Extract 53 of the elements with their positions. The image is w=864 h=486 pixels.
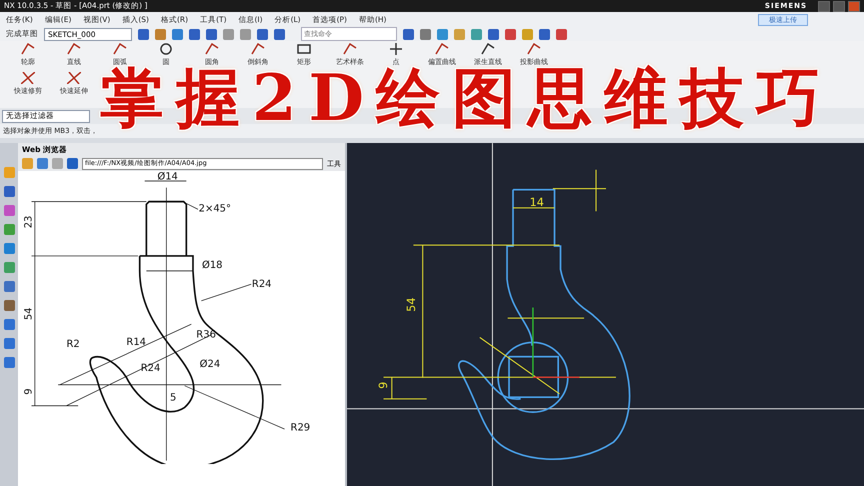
- resource-icon[interactable]: [4, 262, 14, 273]
- toolbar-icon[interactable]: [206, 28, 217, 40]
- dimension-label: Ø18: [202, 260, 223, 272]
- toolbar-icon[interactable]: [437, 28, 448, 40]
- toolbar-icon[interactable]: [257, 28, 268, 40]
- dimension-label: 9: [24, 388, 34, 395]
- dimension-label: 54: [24, 307, 34, 320]
- resource-icon[interactable]: [4, 281, 14, 292]
- dimension-label: 54: [405, 298, 418, 312]
- toolbar-icon[interactable]: [240, 28, 251, 40]
- resource-icon[interactable]: [4, 338, 14, 349]
- x-axis-line: [532, 376, 580, 378]
- close-button[interactable]: [848, 0, 860, 12]
- maximize-button[interactable]: [833, 0, 845, 12]
- toolbar-icon[interactable]: [505, 28, 516, 40]
- toolbar-icon[interactable]: [189, 28, 200, 40]
- toolbar-icon[interactable]: [223, 28, 234, 40]
- toolbar-icon[interactable]: [138, 28, 149, 40]
- trim-icon: [67, 72, 81, 84]
- dimension-label: R29: [290, 422, 310, 434]
- resource-icon[interactable]: [4, 186, 14, 197]
- overlay-title: 掌握2D绘图思维技巧: [100, 67, 832, 131]
- dimension-label: R24: [140, 362, 160, 374]
- toolbar-icon[interactable]: [488, 28, 499, 40]
- toolbar-icon[interactable]: [403, 28, 414, 40]
- minimize-button[interactable]: [818, 0, 830, 12]
- toolbar-icon[interactable]: [155, 28, 166, 40]
- dimension-label: Ø14: [157, 171, 178, 182]
- dimension-label: R2: [66, 338, 80, 350]
- resource-icon[interactable]: [4, 319, 14, 330]
- toolbar-icon[interactable]: [539, 28, 550, 40]
- resource-icon[interactable]: [4, 224, 14, 235]
- dimension-label: 5: [170, 392, 176, 404]
- dimension-label: Ø24: [200, 358, 220, 370]
- trim-icon: [21, 72, 35, 84]
- resource-icon[interactable]: [4, 243, 14, 254]
- dimension-label: R36: [196, 329, 216, 340]
- toolbar-icon[interactable]: [172, 28, 183, 40]
- dimension-label: R24: [252, 278, 272, 290]
- dimension-label: 23: [24, 216, 34, 228]
- resource-icon[interactable]: [4, 300, 14, 311]
- dimension-label: R14: [126, 336, 146, 348]
- toolbar-icon[interactable]: [274, 28, 285, 40]
- toolbar-icon[interactable]: [556, 28, 567, 40]
- resource-icon[interactable]: [4, 357, 14, 368]
- toolbar-icon[interactable]: [420, 28, 431, 40]
- toolbar-icon[interactable]: [471, 28, 482, 40]
- dimension-label: 14: [530, 196, 544, 210]
- y-axis-line: [532, 308, 534, 378]
- dimension-label: 2×45°: [198, 204, 232, 215]
- toolbar-icon[interactable]: [522, 28, 533, 40]
- resource-icon[interactable]: [4, 205, 14, 216]
- dimension-label: 9: [376, 382, 390, 389]
